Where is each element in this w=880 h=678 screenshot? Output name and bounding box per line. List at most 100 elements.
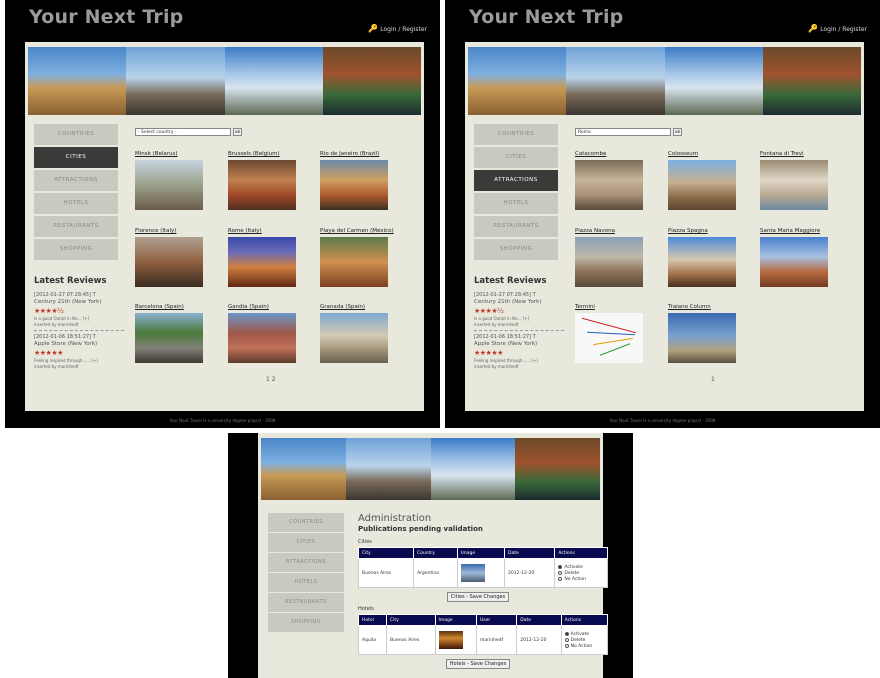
nav-item-attractions[interactable]: ATTRACTIONS bbox=[268, 553, 344, 572]
grid-item[interactable]: Santa Maria Maggiore bbox=[760, 228, 830, 287]
item-caption-link[interactable]: Gandia (Spain) bbox=[228, 304, 298, 310]
action-radio-no-action[interactable]: No Action bbox=[564, 644, 604, 649]
item-caption-link[interactable]: Termini bbox=[575, 304, 645, 310]
nav-item-hotels[interactable]: HOTELS bbox=[268, 573, 344, 592]
nav-item-shopping[interactable]: SHOPPING bbox=[268, 613, 344, 632]
item-image[interactable] bbox=[668, 313, 736, 363]
item-caption-link[interactable]: Barcelona (Spain) bbox=[135, 304, 205, 310]
login-register-link[interactable]: 🔑 Login / Register bbox=[808, 24, 867, 33]
item-caption-link[interactable]: Florence (Italy) bbox=[135, 228, 205, 234]
pagination[interactable]: 1 bbox=[711, 376, 715, 383]
nav-item-restaurants[interactable]: RESTAURANTS bbox=[34, 216, 118, 237]
grid-item[interactable]: Fontana di Trevi bbox=[760, 151, 830, 210]
grid-item[interactable]: Termini bbox=[575, 304, 645, 363]
nav-item-shopping[interactable]: SHOPPING bbox=[474, 239, 558, 260]
nav-item-countries[interactable]: COUNTRIES bbox=[34, 124, 118, 145]
radio-icon[interactable] bbox=[558, 565, 563, 569]
action-radio-delete[interactable]: Delete bbox=[558, 571, 604, 576]
radio-icon[interactable] bbox=[564, 638, 569, 642]
grid-item[interactable]: Piazza Navona bbox=[575, 228, 645, 287]
pagination[interactable]: 1 2 bbox=[266, 376, 276, 383]
item-image[interactable] bbox=[668, 160, 736, 210]
item-image[interactable] bbox=[760, 237, 828, 287]
nav-item-shopping[interactable]: SHOPPING bbox=[34, 239, 118, 260]
item-image[interactable] bbox=[668, 237, 736, 287]
review-text[interactable]: Feeling inspired through ..... [+] bbox=[474, 358, 564, 363]
review-title[interactable]: Century 21th (New York) bbox=[474, 299, 564, 305]
grid-item[interactable]: Barcelona (Spain) bbox=[135, 304, 205, 363]
item-caption-link[interactable]: Santa Maria Maggiore bbox=[760, 228, 830, 234]
radio-icon[interactable] bbox=[564, 632, 569, 636]
select-ok-button[interactable]: ok bbox=[233, 128, 242, 136]
item-image[interactable] bbox=[575, 160, 643, 210]
nav-item-restaurants[interactable]: RESTAURANTS bbox=[268, 593, 344, 612]
item-image[interactable] bbox=[320, 237, 388, 287]
grid-item[interactable]: Granada (Spain) bbox=[320, 304, 390, 363]
item-caption-link[interactable]: Piazza Navona bbox=[575, 228, 645, 234]
grid-item[interactable]: Florence (Italy) bbox=[135, 228, 205, 287]
grid-item[interactable]: Rio de Janeiro (Brazil) bbox=[320, 151, 390, 210]
review-title[interactable]: Apple Store (New York) bbox=[474, 341, 564, 347]
city-select[interactable]: Roma bbox=[575, 128, 671, 136]
item-image[interactable] bbox=[228, 160, 296, 210]
nav-item-countries[interactable]: COUNTRIES bbox=[268, 513, 344, 532]
action-radio-delete[interactable]: Delete bbox=[564, 638, 604, 643]
item-image[interactable] bbox=[135, 313, 203, 363]
grid-item[interactable]: Brussels (Belgium) bbox=[228, 151, 298, 210]
item-image[interactable] bbox=[135, 160, 203, 210]
grid-item[interactable]: Playa del Carmen (Mexico) bbox=[320, 228, 394, 287]
review-text[interactable]: Is a good Outlet in Ne... [+] bbox=[34, 316, 124, 321]
item-caption-link[interactable]: Rio de Janeiro (Brazil) bbox=[320, 151, 390, 157]
item-caption-link[interactable]: Piazza Spagna bbox=[668, 228, 738, 234]
nav-item-cities[interactable]: CITIES bbox=[268, 533, 344, 552]
action-radio-activate[interactable]: Activate bbox=[558, 565, 604, 570]
action-radio-no-action[interactable]: No Action bbox=[558, 577, 604, 582]
site-title[interactable]: Your Next Trip bbox=[469, 6, 623, 28]
nav-item-hotels[interactable]: HOTELS bbox=[474, 193, 558, 214]
item-image[interactable] bbox=[228, 237, 296, 287]
grid-item[interactable]: Gandia (Spain) bbox=[228, 304, 298, 363]
radio-icon[interactable] bbox=[564, 644, 569, 648]
radio-icon[interactable] bbox=[558, 571, 563, 575]
city-thumbnail[interactable] bbox=[461, 564, 485, 582]
item-caption-link[interactable]: Brussels (Belgium) bbox=[228, 151, 298, 157]
item-image[interactable] bbox=[228, 313, 296, 363]
item-caption-link[interactable]: Rome (Italy) bbox=[228, 228, 298, 234]
item-caption-link[interactable]: Colosseum bbox=[668, 151, 738, 157]
item-image[interactable] bbox=[575, 313, 643, 363]
grid-item[interactable]: Catacombe bbox=[575, 151, 645, 210]
item-caption-link[interactable]: Catacombe bbox=[575, 151, 645, 157]
nav-item-attractions[interactable]: ATTRACTIONS bbox=[474, 170, 558, 191]
nav-item-hotels[interactable]: HOTELS bbox=[34, 193, 118, 214]
action-radio-activate[interactable]: Activate bbox=[564, 632, 604, 637]
radio-icon[interactable] bbox=[558, 577, 563, 581]
item-image[interactable] bbox=[760, 160, 828, 210]
review-item[interactable]: [2012-01-27 07:28:45] T Century 21th (New… bbox=[34, 292, 124, 327]
review-text[interactable]: Is a good Outlet in Ne... [+] bbox=[474, 316, 564, 321]
item-image[interactable] bbox=[575, 237, 643, 287]
nav-item-cities[interactable]: CITIES bbox=[474, 147, 558, 168]
item-image[interactable] bbox=[135, 237, 203, 287]
review-item[interactable]: [2012-01-27 07:28:45] T Century 21th (New… bbox=[474, 292, 564, 327]
item-caption-link[interactable]: Granada (Spain) bbox=[320, 304, 390, 310]
login-register-link[interactable]: 🔑 Login / Register bbox=[368, 24, 427, 33]
item-caption-link[interactable]: Playa del Carmen (Mexico) bbox=[320, 228, 394, 234]
grid-item[interactable]: Colosseum bbox=[668, 151, 738, 210]
review-title[interactable]: Apple Store (New York) bbox=[34, 341, 124, 347]
item-caption-link[interactable]: Traiano Column bbox=[668, 304, 738, 310]
site-title[interactable]: Your Next Trip bbox=[29, 6, 183, 28]
grid-item[interactable]: Rome (Italy) bbox=[228, 228, 298, 287]
review-item[interactable]: [2012-01-06 18:51:27] T Apple Store (New … bbox=[474, 334, 564, 369]
item-image[interactable] bbox=[320, 160, 388, 210]
nav-item-restaurants[interactable]: RESTAURANTS bbox=[474, 216, 558, 237]
grid-item[interactable]: Traiano Column bbox=[668, 304, 738, 363]
item-image[interactable] bbox=[320, 313, 388, 363]
cities-save-button[interactable]: Cities - Save Changes bbox=[446, 592, 510, 602]
nav-item-cities[interactable]: CITIES bbox=[34, 147, 118, 168]
country-select[interactable]: - Select country - bbox=[135, 128, 231, 136]
review-text[interactable]: Feeling inspired through ..... [+] bbox=[34, 358, 124, 363]
review-title[interactable]: Century 21th (New York) bbox=[34, 299, 124, 305]
nav-item-attractions[interactable]: ATTRACTIONS bbox=[34, 170, 118, 191]
grid-item[interactable]: Minsk (Belarus) bbox=[135, 151, 205, 210]
select-ok-button[interactable]: ok bbox=[673, 128, 682, 136]
